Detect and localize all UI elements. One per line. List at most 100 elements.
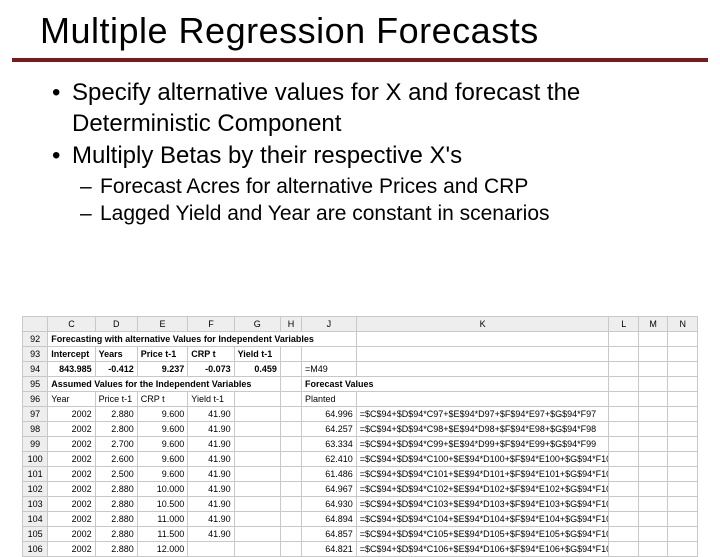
- cell: [638, 422, 667, 437]
- table-row: 94843.985-0.4129.237-0.0730.459=M49: [23, 362, 698, 377]
- cell: [609, 392, 638, 407]
- cell: 41.90: [188, 527, 234, 542]
- cell: [301, 347, 356, 362]
- bullet-1-text: Specify alternative values for X and for…: [72, 78, 690, 139]
- cell: [638, 437, 667, 452]
- cell: [280, 452, 301, 467]
- col-header: H: [280, 317, 301, 332]
- cell: 2.880: [95, 407, 137, 422]
- row-number: 92: [23, 332, 48, 347]
- cell: -0.412: [95, 362, 137, 377]
- cell: [234, 437, 280, 452]
- cell: 2002: [48, 497, 95, 512]
- table-body: 92Forecasting with alternative Values fo…: [23, 332, 698, 557]
- cell: [234, 482, 280, 497]
- title-rule: [12, 58, 708, 62]
- cell: 64.930: [301, 497, 356, 512]
- cell: 843.985: [48, 362, 95, 377]
- table-row: 10320022.88010.50041.9064.930=$C$94+$D$9…: [23, 497, 698, 512]
- cell: [609, 542, 638, 557]
- row-header-corner: [23, 317, 48, 332]
- cell: 64.257: [301, 422, 356, 437]
- cell: [609, 497, 638, 512]
- row-number: 103: [23, 497, 48, 512]
- cell: [280, 377, 301, 392]
- cell: [638, 392, 667, 407]
- cell: 9.600: [137, 467, 188, 482]
- cell: [668, 482, 698, 497]
- cell: [280, 512, 301, 527]
- cell: [234, 392, 280, 407]
- cell: 41.90: [188, 467, 234, 482]
- cell: Yield t-1: [234, 347, 280, 362]
- cell: 2002: [48, 482, 95, 497]
- column-headers: CDEFGHJKLMN: [23, 317, 698, 332]
- cell: =$C$94+$D$94*C97+$E$94*D97+$F$94*E97+$G$…: [356, 407, 609, 422]
- cell: [668, 437, 698, 452]
- cell: 2002: [48, 407, 95, 422]
- table-row: 93InterceptYearsPrice t-1CRP tYield t-1: [23, 347, 698, 362]
- cell: 64.894: [301, 512, 356, 527]
- row-number: 99: [23, 437, 48, 452]
- cell: [638, 347, 667, 362]
- cell: 41.90: [188, 407, 234, 422]
- cell: =$C$94+$D$94*C104+$E$94*D104+$F$94*E104+…: [356, 512, 609, 527]
- bullet-2-text: Multiply Betas by their respective X's: [72, 141, 462, 172]
- cell: [234, 512, 280, 527]
- cell: [280, 497, 301, 512]
- row-number: 104: [23, 512, 48, 527]
- sub-bullet-1-text: Forecast Acres for alternative Prices an…: [100, 174, 528, 201]
- cell: [668, 422, 698, 437]
- cell: [188, 542, 234, 557]
- cell: Planted: [301, 392, 356, 407]
- cell: =M49: [301, 362, 356, 377]
- cell: 9.600: [137, 422, 188, 437]
- cell: 10.500: [137, 497, 188, 512]
- col-header: M: [638, 317, 667, 332]
- table-row: 9820022.8009.60041.9064.257=$C$94+$D$94*…: [23, 422, 698, 437]
- cell: 2.880: [95, 527, 137, 542]
- cell: [668, 452, 698, 467]
- cell: 61.486: [301, 467, 356, 482]
- col-header: K: [356, 317, 609, 332]
- table-row: 96YearPrice t-1CRP tYield t-1Planted: [23, 392, 698, 407]
- cell: [609, 467, 638, 482]
- cell: [280, 422, 301, 437]
- cell: Years: [95, 347, 137, 362]
- cell: =$C$94+$D$94*C101+$E$94*D101+$F$94*E101+…: [356, 467, 609, 482]
- spreadsheet-table: CDEFGHJKLMN 92Forecasting with alternati…: [22, 316, 698, 557]
- cell: [609, 347, 638, 362]
- row-number: 106: [23, 542, 48, 557]
- cell: 2002: [48, 452, 95, 467]
- cell: 64.821: [301, 542, 356, 557]
- cell: 2.500: [95, 467, 137, 482]
- cell: Yield t-1: [188, 392, 234, 407]
- cell: [668, 512, 698, 527]
- table-row: 10520022.88011.50041.9064.857=$C$94+$D$9…: [23, 527, 698, 542]
- cell: 62.410: [301, 452, 356, 467]
- cell: 2002: [48, 422, 95, 437]
- row-number: 97: [23, 407, 48, 422]
- table-row: 10620022.88012.00064.821=$C$94+$D$94*C10…: [23, 542, 698, 557]
- cell: [356, 347, 609, 362]
- cell: [356, 332, 609, 347]
- cell: =$C$94+$D$94*C99+$E$94*D99+$F$94*E99+$G$…: [356, 437, 609, 452]
- cell: [668, 407, 698, 422]
- cell: [609, 332, 638, 347]
- cell: [609, 512, 638, 527]
- cell: [668, 542, 698, 557]
- col-header: G: [234, 317, 280, 332]
- cell: Price t-1: [137, 347, 188, 362]
- cell: 9.600: [137, 452, 188, 467]
- cell: 2.700: [95, 437, 137, 452]
- cell: 2002: [48, 467, 95, 482]
- cell: 64.996: [301, 407, 356, 422]
- table-row: 10220022.88010.00041.9064.967=$C$94+$D$9…: [23, 482, 698, 497]
- slide: Multiple Regression Forecasts • Specify …: [0, 0, 720, 540]
- cell: [668, 332, 698, 347]
- cell: [638, 527, 667, 542]
- cell: =$C$94+$D$94*C103+$E$94*D103+$F$94*E103+…: [356, 497, 609, 512]
- cell: [668, 392, 698, 407]
- cell: [234, 527, 280, 542]
- cell: [280, 542, 301, 557]
